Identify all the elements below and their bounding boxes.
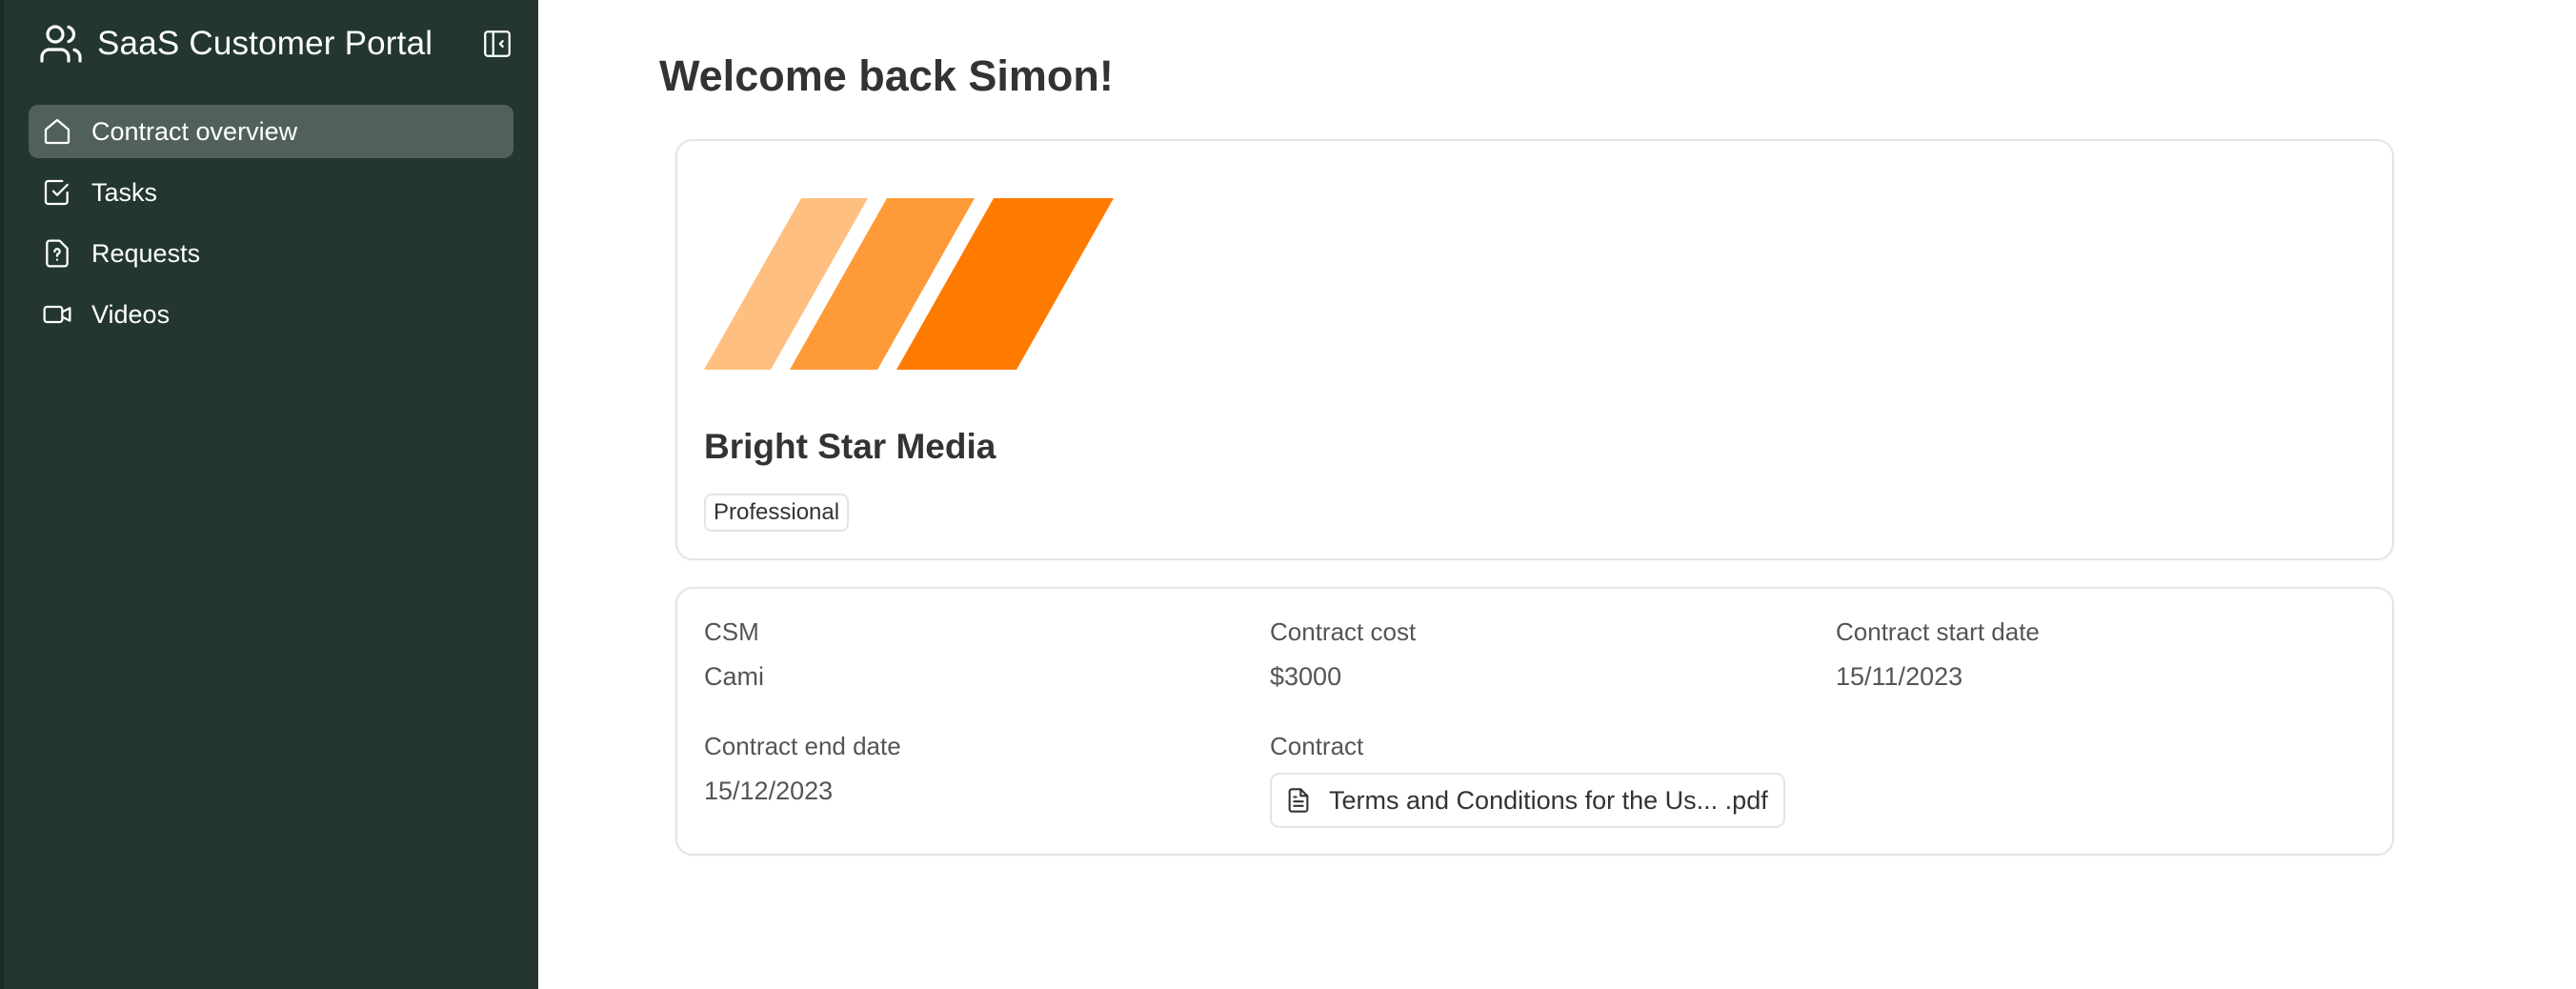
sidebar-item-tasks[interactable]: Tasks [29,166,513,219]
home-icon [42,116,72,147]
sidebar-item-contract-overview[interactable]: Contract overview [29,105,513,158]
plan-badge: Professional [704,494,850,532]
company-logo [704,198,1114,370]
sidebar-item-label: Videos [91,299,171,329]
contract-end-field: Contract end date 15/12/2023 [704,732,901,806]
sidebar: SaaS Customer Portal Contract overview T… [0,0,538,989]
company-card: Bright Star Media Professional [675,139,2394,560]
sidebar-item-label: Requests [91,238,201,268]
contract-file-field: Contract Terms and Conditions for the Us… [1270,732,1785,828]
app-root: SaaS Customer Portal Contract overview T… [0,0,2576,989]
contract-end-label: Contract end date [704,732,901,760]
contract-end-value: 15/12/2023 [704,777,834,805]
contract-file-link[interactable]: Terms and Conditions for the Us... .pdf [1270,773,1785,828]
checkbox-icon [42,177,72,208]
file-question-icon [42,238,72,269]
contract-details-card: CSM Cami Contract cost $3000 Contract st… [675,587,2394,856]
contract-start-value: 15/11/2023 [1836,662,1963,691]
sidebar-item-videos[interactable]: Videos [29,288,513,341]
csm-value: Cami [704,662,765,691]
contract-file-name: Terms and Conditions for the Us... .pdf [1329,785,1768,815]
users-icon [38,21,84,67]
sidebar-header: SaaS Customer Portal [29,0,513,88]
csm-field: CSM Cami [704,617,764,692]
contract-cost-field: Contract cost $3000 [1270,617,1416,692]
contract-cost-label: Contract cost [1270,617,1417,646]
video-icon [42,299,72,330]
main-content: Welcome back Simon! Bright Star Media Pr… [538,0,2576,989]
csm-label: CSM [704,617,759,646]
app-title: SaaS Customer Portal [97,25,433,62]
sidebar-collapse-icon [484,30,511,57]
contract-start-field: Contract start date 15/11/2023 [1836,617,2040,692]
contract-start-label: Contract start date [1836,617,2040,646]
page-title: Welcome back Simon! [659,51,1114,100]
sidebar-nav: Contract overview Tasks Requests Videos [29,105,513,341]
sidebar-item-label: Tasks [91,177,158,207]
file-text-icon [1285,787,1312,814]
company-name: Bright Star Media [704,427,996,466]
contract-label: Contract [1270,732,1364,760]
contract-cost-value: $3000 [1270,662,1342,691]
collapse-sidebar-button[interactable] [481,28,513,60]
sidebar-item-requests[interactable]: Requests [29,227,513,280]
sidebar-item-label: Contract overview [91,116,298,146]
